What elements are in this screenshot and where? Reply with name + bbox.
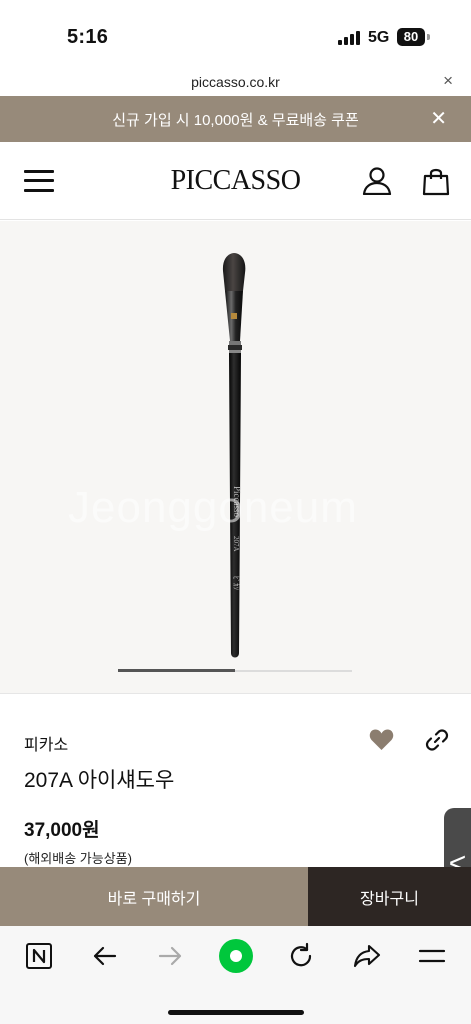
watermark-text: Jeonggoneum: [68, 483, 358, 532]
battery-icon: 80: [397, 28, 425, 46]
shopping-bag-icon[interactable]: [421, 166, 451, 196]
promo-text[interactable]: 신규 가입 시 10,000원 & 무료배송 쿠폰: [0, 109, 471, 130]
home-indicator: [168, 1010, 304, 1015]
status-bar: 5:16 5G 80: [0, 0, 471, 62]
slide-indicator-active: [118, 669, 235, 672]
product-brand[interactable]: 피카소: [24, 731, 68, 755]
shipping-note: (해외배송 가능상품): [24, 851, 132, 866]
product-price: 37,000원: [24, 820, 100, 841]
menu-lines-icon[interactable]: [416, 940, 448, 972]
url-text[interactable]: piccasso.co.kr: [0, 74, 471, 90]
site-logo[interactable]: PICCASSO: [0, 165, 471, 197]
signal-icon: [338, 31, 360, 45]
refresh-icon[interactable]: [285, 940, 317, 972]
link-icon[interactable]: [425, 728, 449, 752]
svg-text:207A: 207A: [232, 536, 240, 552]
purchase-actions: 바로 구매하기 장바구니: [0, 867, 471, 926]
browser-toolbar: [0, 926, 471, 1024]
network-type: 5G: [368, 29, 390, 46]
add-to-cart-button[interactable]: 장바구니: [308, 867, 471, 926]
promo-banner[interactable]: 신규 가입 시 10,000원 & 무료배송 쿠폰 ✕: [0, 96, 471, 142]
svg-text:ﾋﾟｶｿ: ﾋﾟｶｿ: [232, 576, 240, 590]
site-header: PICCASSO: [0, 142, 471, 220]
product-image-gallery[interactable]: Piccasso 207A ﾋﾟｶｿ Jeonggoneum: [0, 221, 471, 694]
product-info: 피카소 207A 아이섀도우 37,000원 (해외배송 가능상품): [0, 694, 471, 867]
status-time: 5:16: [67, 26, 109, 48]
promo-close-icon[interactable]: ✕: [430, 106, 447, 131]
product-name: 207A 아이섀도우: [24, 769, 175, 792]
heart-icon[interactable]: [369, 728, 394, 751]
url-bar[interactable]: piccasso.co.kr ×: [0, 62, 471, 96]
url-close-icon[interactable]: ×: [443, 71, 453, 91]
forward-arrow-icon[interactable]: [154, 940, 186, 972]
naver-icon[interactable]: [23, 940, 55, 972]
product-brush-image: Piccasso 207A ﾋﾟｶｿ: [222, 253, 246, 658]
back-arrow-icon[interactable]: [89, 940, 121, 972]
battery-cap: [427, 34, 430, 40]
share-icon[interactable]: [351, 940, 383, 972]
user-icon[interactable]: [362, 167, 392, 195]
green-dot-icon[interactable]: [218, 938, 254, 974]
buy-now-button[interactable]: 바로 구매하기: [0, 867, 308, 926]
